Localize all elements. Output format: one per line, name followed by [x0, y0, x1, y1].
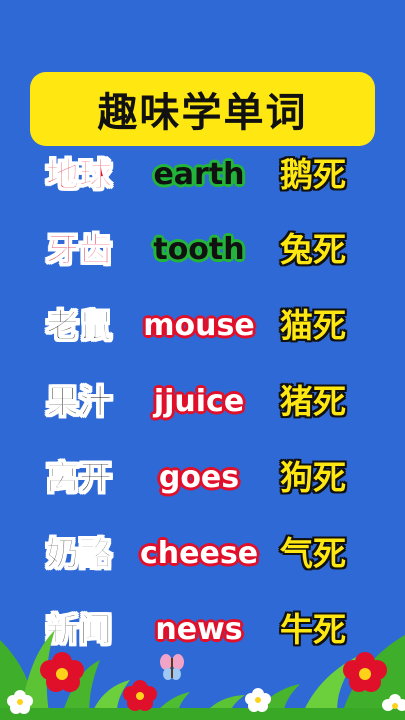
butterfly-icon — [160, 654, 184, 680]
chinese-word: 奶酪 — [46, 534, 113, 574]
english-word: jjuice — [153, 384, 245, 419]
red-flower-icon — [123, 680, 157, 711]
english-word: goes — [158, 460, 240, 495]
english-word: mouse — [143, 308, 255, 343]
pun-word: 气死 — [280, 534, 346, 573]
word-row: 老鼠 mouse 猫死 — [0, 296, 405, 356]
chinese-word: 老鼠 — [46, 306, 113, 346]
pun-word: 猪死 — [280, 382, 346, 421]
chinese-word: 离开 — [46, 458, 113, 498]
word-row: 牙齿 tooth 兔死 — [0, 220, 405, 280]
word-row: 地球 earth 鹅死 — [0, 145, 405, 205]
english-word: tooth — [153, 232, 245, 267]
white-flower-icon — [245, 688, 271, 712]
pun-word: 狗死 — [280, 458, 346, 497]
pun-word: 猫死 — [280, 306, 346, 345]
chinese-word: 牙齿 — [46, 230, 113, 270]
chinese-word: 果汁 — [46, 382, 113, 422]
english-word: cheese — [140, 536, 259, 571]
pun-word: 鹅死 — [280, 155, 346, 194]
chinese-word: 地球 — [46, 155, 113, 195]
word-row: 离开 goes 狗死 — [0, 448, 405, 508]
word-row: 果汁 jjuice 猪死 — [0, 372, 405, 432]
word-row: 奶酪 cheese 气死 — [0, 524, 405, 584]
english-word: earth — [153, 157, 245, 192]
title-banner: 趣味学单词 — [30, 72, 375, 146]
page-title: 趣味学单词 — [97, 90, 308, 136]
meadow-decoration — [0, 630, 405, 720]
pun-word: 兔死 — [280, 230, 346, 269]
